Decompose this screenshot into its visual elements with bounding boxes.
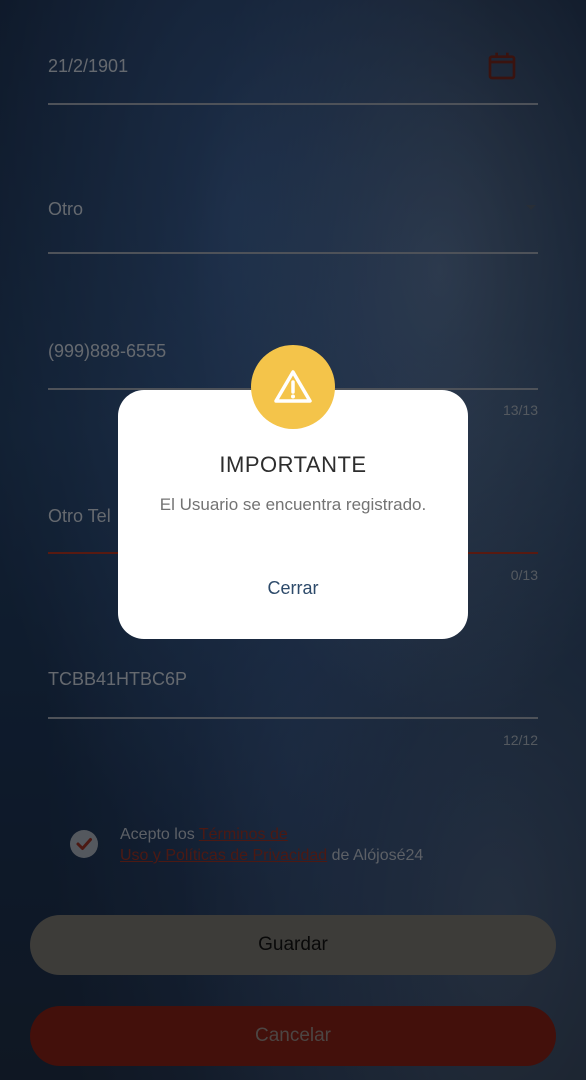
warning-icon xyxy=(251,345,335,429)
dialog-message: El Usuario se encuentra registrado. xyxy=(159,495,427,514)
dialog-title: IMPORTANTE xyxy=(219,452,367,477)
close-button[interactable]: Cerrar xyxy=(118,578,468,599)
